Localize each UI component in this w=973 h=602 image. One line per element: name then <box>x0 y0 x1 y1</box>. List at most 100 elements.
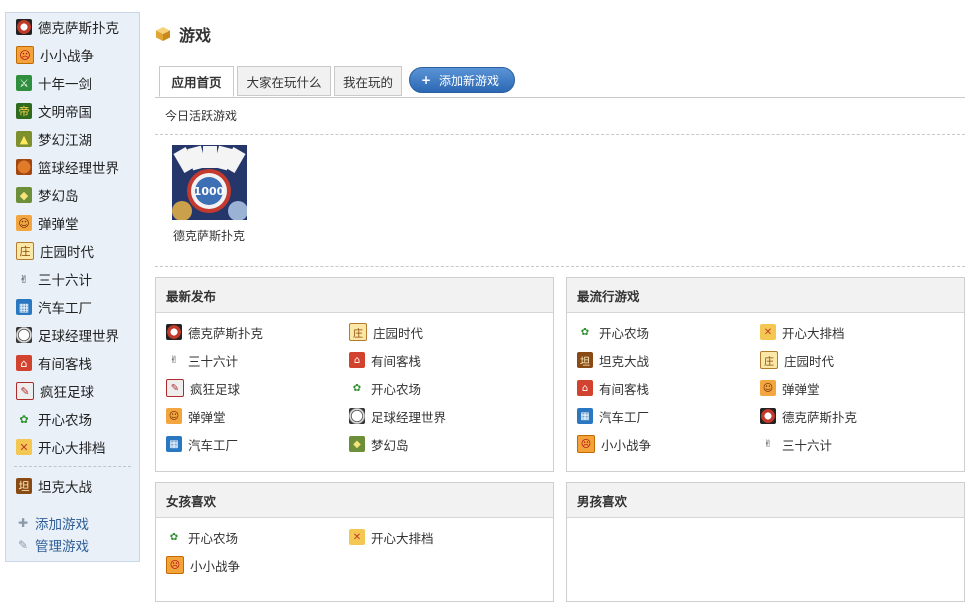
game-link[interactable]: ✌ 三十六计 <box>760 435 832 453</box>
game-link-label: 小小战争 <box>190 558 241 574</box>
car-factory-icon: ▦ <box>16 299 32 315</box>
sidebar-item-label: 有间客栈 <box>38 357 92 373</box>
farmhouse-icon: 庄 <box>760 351 778 369</box>
sidebar-item-label: 弹弹堂 <box>38 217 79 233</box>
tab-my-games[interactable]: 我在玩的 <box>334 66 402 96</box>
popular-panel: 最流行游戏 ✿ 开心农场 ✕ 开心大排档坦坦克大战 庄庄园时代 ⌂ 有间客栈 ☺ 弹弹堂 ▦ 汽车工… <box>566 277 965 472</box>
sidebar-item-tank-battle[interactable]: 坦 坦克大战 <box>6 472 139 500</box>
girls-panel: 女孩喜欢 ✿ 开心农场 ✕ 开心大排档 ☹ 小小战争 <box>155 482 554 602</box>
thirty-six-strategies-icon: ✌ <box>169 354 179 366</box>
game-link[interactable]: ✎ 疯狂足球 <box>166 379 240 397</box>
sword-icon: ⚔ <box>16 75 32 91</box>
game-link[interactable]: ✿ 开心农场 <box>349 379 421 397</box>
sidebar-item[interactable]: 篮球经理世界 <box>6 153 139 181</box>
wrench-icon: ✎ <box>17 538 29 552</box>
tab-everyone-playing[interactable]: 大家在玩什么 <box>237 66 331 96</box>
manage-games-link[interactable]: ✎ 管理游戏 <box>6 534 139 556</box>
inn-icon: ⌂ <box>577 380 593 396</box>
sidebar-item-label: 汽车工厂 <box>38 301 92 317</box>
featured-game[interactable]: 1000 德克萨斯扑克 <box>167 145 251 244</box>
game-link[interactable]: 庄庄园时代 <box>760 351 834 369</box>
manage-games-label: 管理游戏 <box>35 539 89 555</box>
sidebar-item[interactable]: ▦ 汽车工厂 <box>6 293 139 321</box>
sidebar-item[interactable]: 足球经理世界 <box>6 321 139 349</box>
tank-battle-icon: 坦 <box>577 352 593 368</box>
game-link[interactable]: ▦ 汽车工厂 <box>577 407 649 425</box>
game-link-label: 三十六计 <box>782 437 833 453</box>
food-stall-icon: ✕ <box>16 439 32 455</box>
game-link[interactable]: ✿ 开心农场 <box>577 323 649 341</box>
sidebar-item[interactable]: 庄庄园时代 <box>6 237 139 265</box>
island-icon: ◆ <box>349 436 365 452</box>
food-stall-icon: ✕ <box>349 529 365 545</box>
game-link[interactable]: ⌂ 有间客栈 <box>577 379 649 397</box>
inn-icon: ⌂ <box>16 355 32 371</box>
game-link[interactable]: ✌ 三十六计 <box>166 351 238 369</box>
sidebar-item[interactable]: ✿ 开心农场 <box>6 405 139 433</box>
game-link[interactable]: ⌂ 有间客栈 <box>349 351 421 369</box>
add-game-label: 添加游戏 <box>35 517 89 533</box>
plus-icon: ✚ <box>17 516 29 530</box>
game-link[interactable]: ✕ 开心大排档 <box>760 323 845 341</box>
game-link-label: 梦幻岛 <box>371 437 409 453</box>
empire-icon: 帝 <box>16 103 32 119</box>
poker-thumbnail: 1000 <box>171 145 247 220</box>
game-link-label: 开心大排档 <box>371 530 434 546</box>
sidebar-item[interactable]: ⚔ 十年一剑 <box>6 69 139 97</box>
latest-panel: 最新发布 德克萨斯扑克 庄庄园时代 ✌ 三十六计 ⌂ 有间客栈 ✎ 疯狂足球 ✿ 开心农场 ☺ 弹弹堂… <box>155 277 554 472</box>
sidebar-item[interactable]: ⌂ 有间客栈 <box>6 349 139 377</box>
thirty-six-strategies-icon: ✌ <box>763 438 773 450</box>
game-link[interactable]: 德克萨斯扑克 <box>760 407 857 425</box>
girls-panel-title: 女孩喜欢 <box>156 483 553 518</box>
sidebar-item[interactable]: ✌ 三十六计 <box>6 265 139 293</box>
add-new-game-button[interactable]: + 添加新游戏 <box>409 67 515 93</box>
sidebar-item-label: 梦幻岛 <box>38 189 79 205</box>
food-stall-icon: ✕ <box>760 324 776 340</box>
popular-panel-title: 最流行游戏 <box>567 278 964 313</box>
poker-chip-icon <box>166 324 182 340</box>
tab-label: 我在玩的 <box>342 74 393 90</box>
cube-icon <box>156 27 170 41</box>
add-game-link[interactable]: ✚ 添加游戏 <box>6 512 139 534</box>
game-link[interactable]: ✕ 开心大排档 <box>349 528 434 546</box>
sidebar-item-label: 十年一剑 <box>38 77 92 93</box>
island-icon: ◆ <box>16 187 32 203</box>
page-title-text: 游戏 <box>179 26 212 45</box>
game-link-label: 小小战争 <box>601 437 652 453</box>
sidebar-item[interactable]: ▲ 梦幻江湖 <box>6 125 139 153</box>
divider <box>155 266 965 267</box>
game-link[interactable]: 足球经理世界 <box>349 407 446 425</box>
game-link[interactable]: ◆ 梦幻岛 <box>349 435 409 453</box>
game-link[interactable]: ✿ 开心农场 <box>166 528 238 546</box>
game-link-label: 德克萨斯扑克 <box>188 325 264 341</box>
sidebar-item[interactable]: ◆ 梦幻岛 <box>6 181 139 209</box>
tab-label: 应用首页 <box>171 75 222 90</box>
sidebar-item[interactable]: ☹ 小小战争 <box>6 41 139 69</box>
game-link[interactable]: ☹ 小小战争 <box>166 556 240 574</box>
tab-label: 大家在玩什么 <box>246 74 322 90</box>
sprout-icon: ✿ <box>19 412 29 426</box>
game-link[interactable]: ☺ 弹弹堂 <box>166 407 226 425</box>
game-link[interactable]: 德克萨斯扑克 <box>166 323 263 341</box>
sidebar-item[interactable]: ☺ 弹弹堂 <box>6 209 139 237</box>
game-link[interactable]: 庄庄园时代 <box>349 323 423 341</box>
game-link-label: 庄园时代 <box>373 325 424 341</box>
game-link[interactable]: ☹ 小小战争 <box>577 435 651 453</box>
tab-app-home[interactable]: 应用首页 <box>159 66 234 97</box>
divider <box>155 134 965 135</box>
little-war-icon: ☹ <box>16 46 34 64</box>
poker-chip-icon <box>760 408 776 424</box>
game-link[interactable]: 坦坦克大战 <box>577 351 649 369</box>
page-title: 游戏 <box>155 22 211 46</box>
sidebar-item-label: 开心大排档 <box>38 441 106 457</box>
sidebar-item[interactable]: 德克萨斯扑克 <box>6 13 139 41</box>
tab-bar: 应用首页 大家在玩什么 我在玩的 + 添加新游戏 <box>155 66 965 98</box>
game-link[interactable]: ☺ 弹弹堂 <box>760 379 820 397</box>
game-link[interactable]: ▦ 汽车工厂 <box>166 435 238 453</box>
game-link-label: 弹弹堂 <box>782 381 820 397</box>
sidebar-divider <box>14 466 131 467</box>
sidebar-item[interactable]: ✕ 开心大排档 <box>6 433 139 461</box>
game-link-label: 疯狂足球 <box>190 381 241 397</box>
sidebar-item[interactable]: ✎ 疯狂足球 <box>6 377 139 405</box>
sidebar-item[interactable]: 帝文明帝国 <box>6 97 139 125</box>
